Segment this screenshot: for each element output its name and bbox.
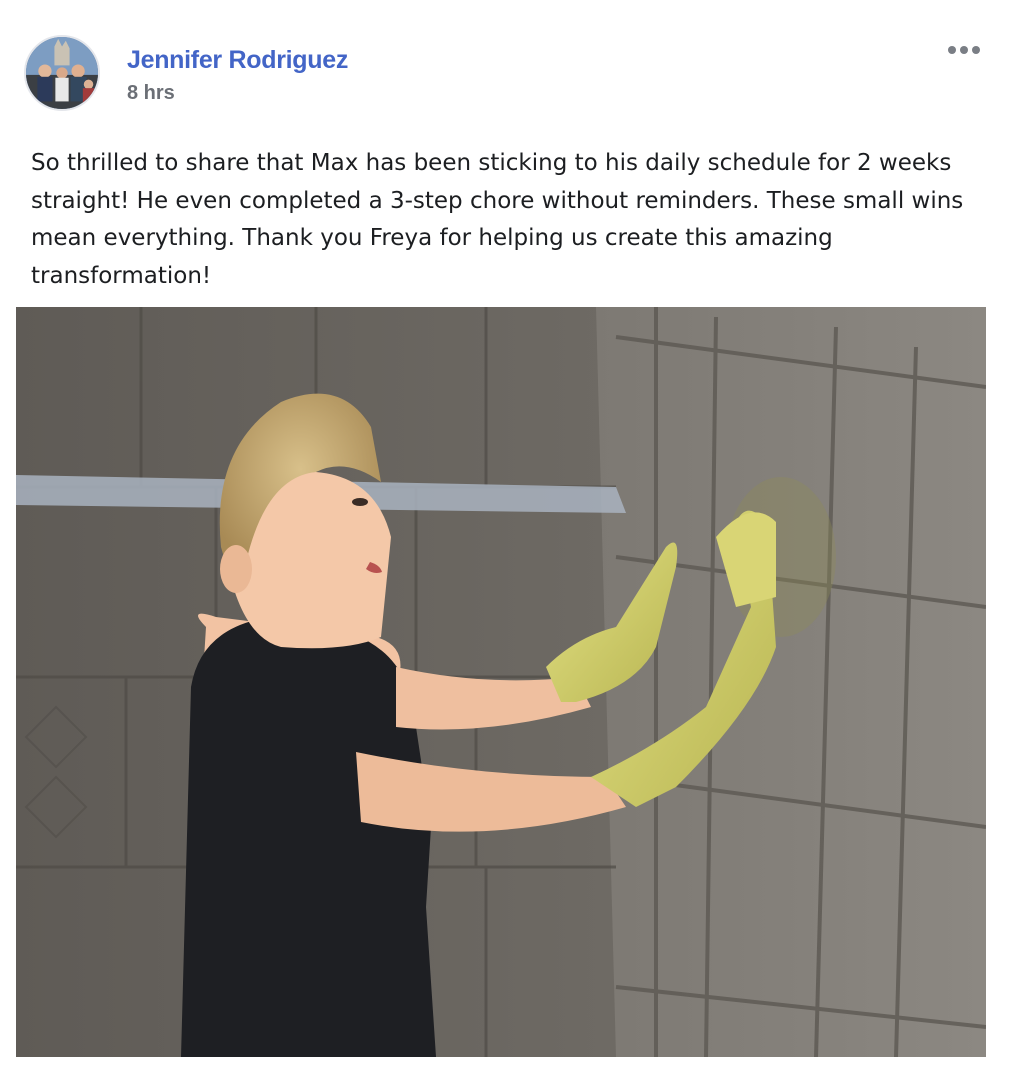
post-card: Jennifer Rodriguez 8 hrs So thrilled to … [0, 0, 1022, 1091]
post-timestamp[interactable]: 8 hrs [127, 82, 175, 105]
more-horizontal-icon-dot [960, 46, 968, 54]
post-photo[interactable] [16, 307, 986, 1057]
avatar[interactable] [24, 35, 100, 111]
avatar-photo [26, 37, 98, 109]
more-horizontal-icon-dot [972, 46, 980, 54]
post-body-text: So thrilled to share that Max has been s… [31, 150, 964, 289]
more-options-button[interactable] [940, 36, 988, 64]
author-name-link[interactable]: Jennifer Rodriguez [127, 46, 348, 75]
boy-cleaning-tiles-image [16, 307, 986, 1057]
more-horizontal-icon [948, 46, 956, 54]
